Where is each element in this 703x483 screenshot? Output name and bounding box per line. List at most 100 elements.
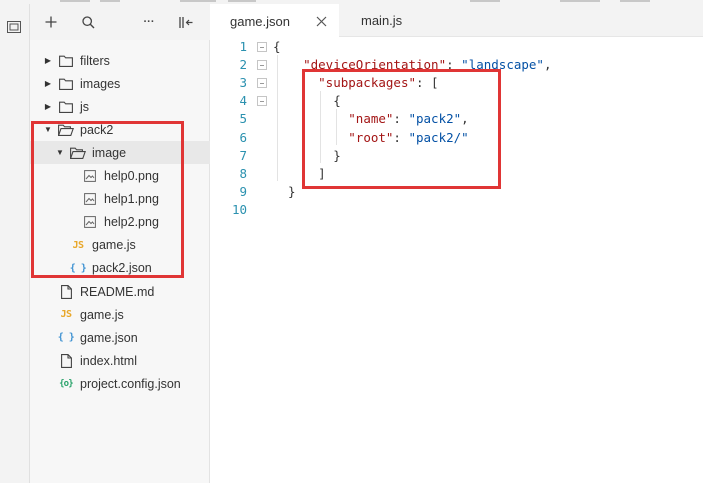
code-line[interactable]: 2 "deviceOrientation": "landscape", <box>211 56 703 74</box>
folder-open-icon <box>57 122 75 138</box>
json-file-icon: { } <box>57 332 75 344</box>
tree-item-label: game.js <box>92 238 136 253</box>
close-icon[interactable] <box>316 15 327 27</box>
tree-item[interactable]: ▼ image <box>30 141 210 165</box>
tree-item-label: help0.png <box>104 169 159 183</box>
code-line[interactable]: 6 "root": "pack2/" <box>211 129 703 147</box>
line-number: 5 <box>239 111 247 127</box>
caret-spacer <box>55 263 65 273</box>
code-text: ] <box>273 165 326 183</box>
code-line[interactable]: 9 } <box>211 183 703 201</box>
code-punctuation: { <box>273 93 341 109</box>
code-line[interactable]: 8 ] <box>211 165 703 183</box>
caret-down-icon[interactable]: ▼ <box>55 148 65 158</box>
editor-tab-bar: game.json main.js <box>211 4 703 38</box>
json-key: "deviceOrientation" <box>303 57 447 73</box>
line-number: 9 <box>239 183 247 199</box>
code-editor[interactable]: 1{2 "deviceOrientation": "landscape", 3 "… <box>211 37 703 483</box>
folder-icon <box>57 99 75 115</box>
window-panel-icon[interactable] <box>7 20 21 33</box>
code-line[interactable]: 10 <box>211 201 703 219</box>
tree-item-label: game.json <box>80 330 138 345</box>
tree-item-label: project.config.json <box>80 376 181 391</box>
code-punctuation: } <box>273 183 296 199</box>
tree-item-label: pack2.json <box>92 261 152 276</box>
tree-item[interactable]: { } pack2.json <box>30 257 210 280</box>
caret-spacer <box>55 240 65 250</box>
tree-item[interactable]: help1.png <box>30 188 210 211</box>
more-button[interactable]: ··· <box>140 13 158 31</box>
code-line[interactable]: 5 "name": "pack2", <box>211 110 703 128</box>
tree-item[interactable]: { } game.json <box>30 326 210 349</box>
tree-item[interactable]: ▶ filters <box>30 49 210 72</box>
json-file-icon: { } <box>69 262 87 274</box>
tree-item[interactable]: {o} project.config.json <box>30 372 210 395</box>
tree-item-label: image <box>92 145 127 160</box>
tree-item-label: game.js <box>80 307 124 322</box>
tree-item[interactable]: index.html <box>30 349 210 372</box>
fold-toggle-icon[interactable] <box>257 42 267 52</box>
tree-item-label: README.md <box>80 284 155 299</box>
line-number: 4 <box>239 93 247 109</box>
code-punctuation <box>273 75 318 90</box>
fold-toggle-icon[interactable] <box>257 78 267 89</box>
tree-item[interactable]: ▶ js <box>30 95 210 118</box>
plus-icon[interactable] <box>42 13 60 31</box>
tree-item[interactable]: JS game.js <box>30 234 210 257</box>
caret-down-icon[interactable]: ▼ <box>43 125 53 135</box>
menu-item-ghost <box>60 0 90 2</box>
tree-item-label: pack2 <box>80 122 114 137</box>
code-line[interactable]: 3 "subpackages": [ <box>211 74 703 92</box>
code-punctuation: ] <box>273 165 326 181</box>
activity-bar <box>0 4 30 483</box>
code-line[interactable]: 4 { <box>211 92 703 110</box>
image-file-icon <box>81 191 99 207</box>
tree-item[interactable]: README.md <box>30 280 210 303</box>
tree-item[interactable]: help0.png <box>30 165 210 188</box>
json-key: "subpackages" <box>318 75 416 91</box>
code-punctuation <box>273 57 303 72</box>
caret-spacer <box>43 379 53 389</box>
folder-icon <box>57 76 75 92</box>
caret-right-icon[interactable]: ▶ <box>43 79 53 89</box>
search-icon[interactable] <box>79 13 97 31</box>
code-text: } <box>273 183 296 201</box>
caret-right-icon[interactable]: ▶ <box>43 102 53 112</box>
caret-spacer <box>67 171 77 181</box>
tree-item[interactable]: JS game.js <box>30 303 210 326</box>
code-line[interactable]: 1{ <box>211 38 703 56</box>
tree-item[interactable]: ▶ images <box>30 72 210 95</box>
menu-item-ghost <box>100 0 120 2</box>
fold-toggle-icon[interactable] <box>257 60 267 71</box>
caret-spacer <box>43 310 53 320</box>
tab-main-js[interactable]: main.js <box>341 4 441 37</box>
tab-game-json[interactable]: game.json <box>211 4 339 38</box>
fold-toggle-icon[interactable] <box>257 96 267 107</box>
tree-item-label: help1.png <box>104 192 159 207</box>
code-punctuation: , <box>543 57 552 73</box>
line-number: 6 <box>239 129 247 145</box>
js-file-icon: JS <box>72 239 84 251</box>
image-file-icon <box>81 214 99 230</box>
tree-item-label: filters <box>80 53 110 68</box>
code-text: { <box>273 92 341 110</box>
tree-item[interactable]: help2.png <box>30 211 210 234</box>
code-text: "deviceOrientation": "landscape", <box>273 56 552 74</box>
js-file-icon: JS <box>60 309 72 321</box>
caret-right-icon[interactable]: ▶ <box>43 56 53 66</box>
menu-item-ghost <box>228 0 256 2</box>
line-number: 7 <box>239 147 247 163</box>
tree-item[interactable]: ▼ pack2 <box>30 118 210 141</box>
code-line[interactable]: 7 } <box>211 147 703 165</box>
caret-spacer <box>43 287 53 297</box>
caret-spacer <box>43 356 53 366</box>
json-key: "root" <box>348 129 394 145</box>
menu-item-ghost <box>470 0 500 2</box>
collapse-panel-icon[interactable] <box>177 13 195 31</box>
json-string: "pack2" <box>408 111 462 127</box>
code-punctuation: : <box>446 57 462 73</box>
code-text: { <box>273 38 281 56</box>
file-explorer: ··· ▶ filters ▶ images ▶ js ▼ pack2 ▼ image help0.… <box>30 4 210 483</box>
config-file-icon: {o} <box>59 378 74 389</box>
code-punctuation: : [ <box>416 75 439 91</box>
